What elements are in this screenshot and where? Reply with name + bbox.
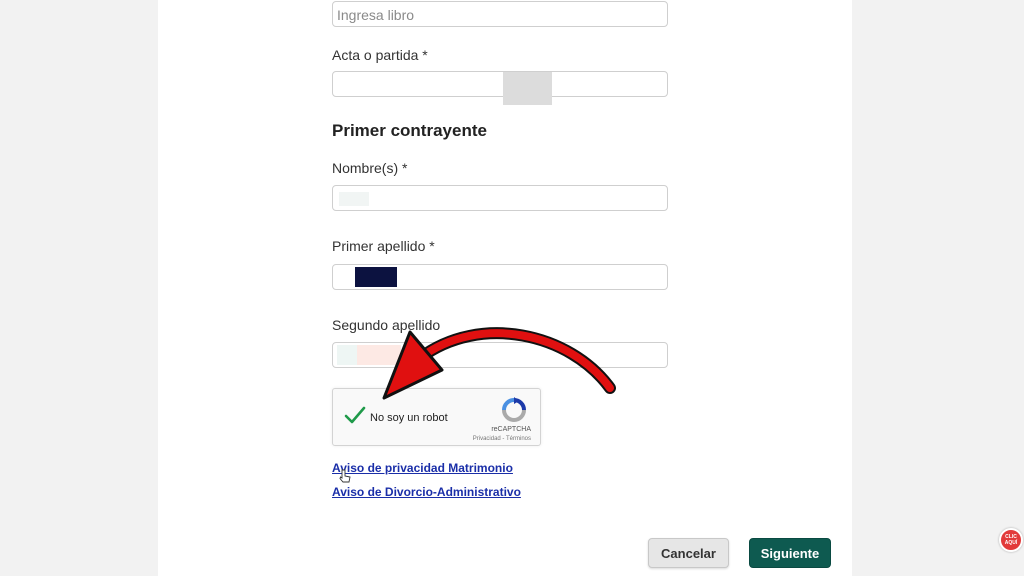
libro-placeholder: Ingresa libro <box>337 7 415 23</box>
clic-aqui-badge[interactable]: CLIC AQUÍ <box>999 528 1023 552</box>
recaptcha-terms[interactable]: Privacidad - Términos <box>473 436 531 442</box>
divorcio-link[interactable]: Aviso de Divorcio-Administrativo <box>332 485 521 499</box>
recaptcha-label: No soy un robot <box>370 412 448 424</box>
acta-input[interactable] <box>332 71 668 105</box>
privacy-matrimonio-link[interactable]: Aviso de privacidad Matrimonio <box>332 461 513 475</box>
acta-label: Acta o partida * <box>332 47 428 63</box>
recaptcha-brand: reCAPTCHA <box>491 426 531 433</box>
primer-apellido-label: Primer apellido * <box>332 238 435 254</box>
section-title: Primer contrayente <box>332 121 487 140</box>
next-button[interactable]: Siguiente <box>749 538 831 568</box>
primer-apellido-input[interactable] <box>332 264 668 290</box>
nombre-label: Nombre(s) * <box>332 160 408 176</box>
annotation-arrow-icon <box>382 327 616 400</box>
hand-cursor-icon <box>339 469 351 483</box>
segundo-apellido-redaction-1 <box>337 345 357 365</box>
checkmark-icon[interactable] <box>343 403 367 427</box>
primer-apellido-redaction <box>355 267 397 287</box>
acta-redaction <box>503 72 552 105</box>
recaptcha-logo-icon <box>502 397 526 422</box>
libro-input[interactable]: Ingresa libro <box>332 1 668 27</box>
nombre-input[interactable] <box>332 185 668 211</box>
nombre-redaction <box>339 192 369 206</box>
badge-line-2: AQUÍ <box>1004 540 1018 546</box>
cancel-button[interactable]: Cancelar <box>648 538 729 568</box>
